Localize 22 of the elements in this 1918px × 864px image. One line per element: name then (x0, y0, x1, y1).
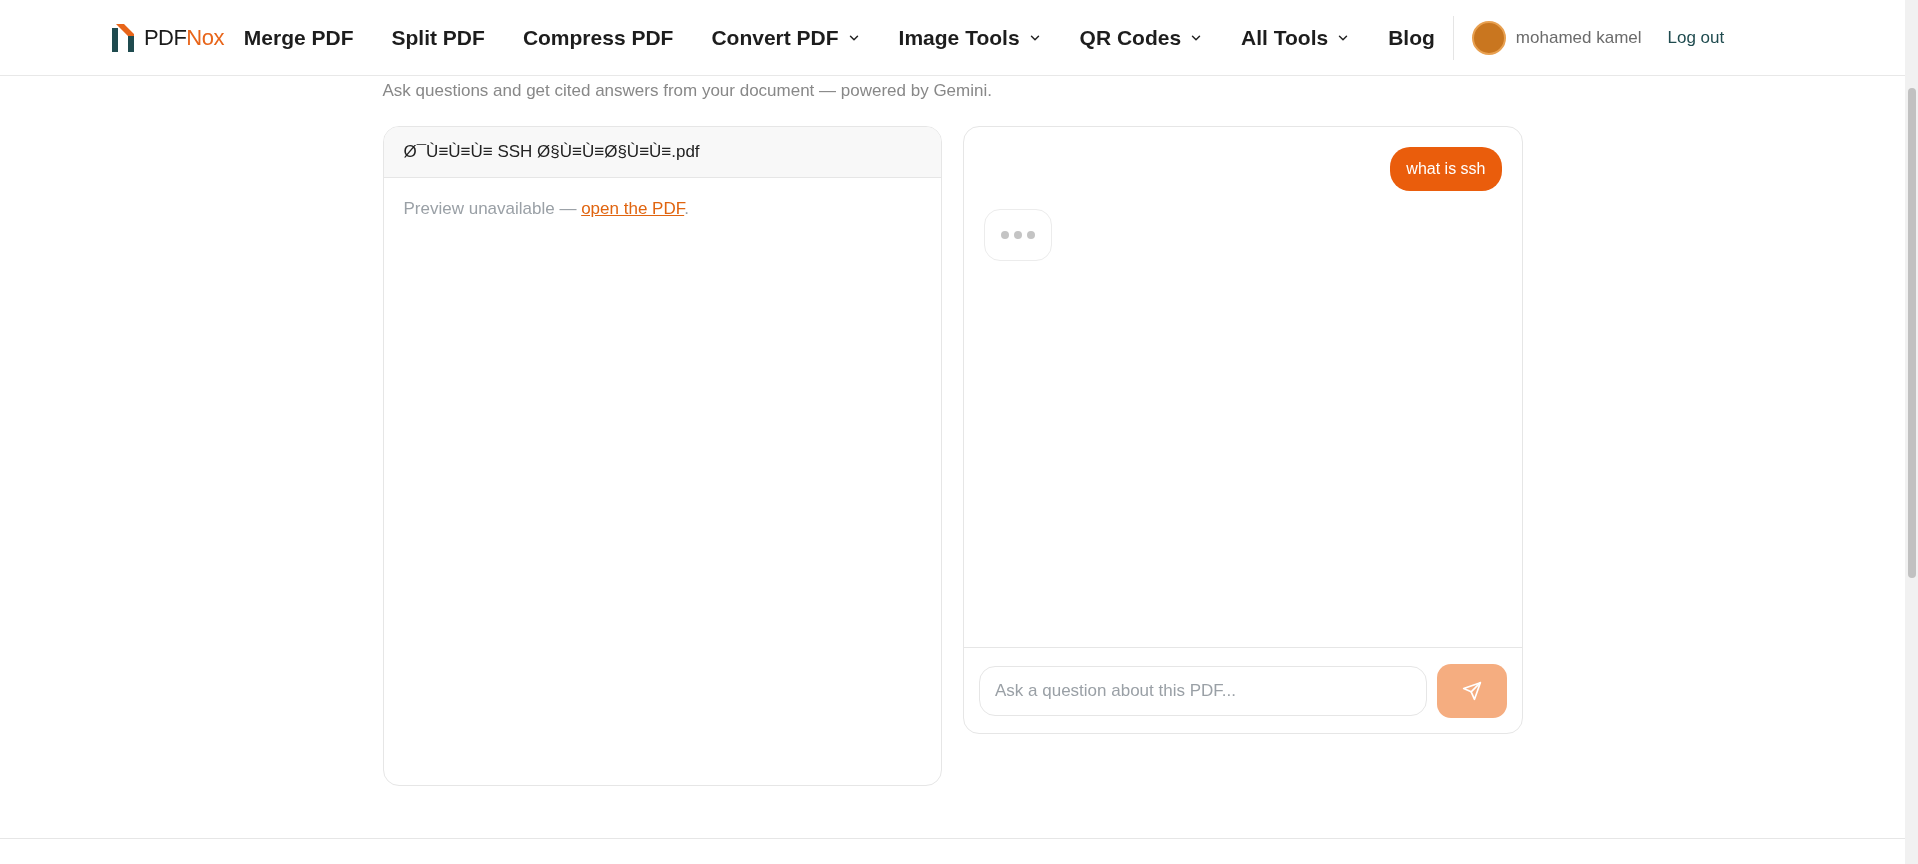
nav-link[interactable]: Image Tools (898, 21, 1042, 54)
nav-link[interactable]: QR Codes (1079, 21, 1204, 54)
typing-indicator (984, 209, 1052, 261)
document-filename: Ø¯Ù≡Ù≡Ù≡ SSH Ø§Ù≡Ù≡Ø§Ù≡Ù≡.pdf (403, 141, 700, 164)
nav-link[interactable]: Merge PDF (243, 21, 354, 54)
nav-link[interactable]: Convert PDF (711, 21, 861, 54)
preview-message: Preview unavailable — open the PDF. (403, 198, 689, 220)
nav-link[interactable]: Split PDF (391, 21, 485, 54)
user-message: what is ssh (1390, 147, 1502, 191)
avatar[interactable] (1471, 20, 1506, 55)
nav-link[interactable]: All Tools (1241, 21, 1351, 54)
scrollbar[interactable] (1905, 0, 1918, 864)
logout-link[interactable]: Log out (1667, 24, 1725, 51)
logo-icon (112, 23, 134, 52)
brand-name[interactable]: PDFNox (144, 21, 224, 54)
nav-link[interactable]: Compress PDF (522, 21, 674, 54)
nav-link[interactable]: Blog (1388, 21, 1435, 54)
open-pdf-link[interactable]: open the PDF (581, 199, 685, 218)
question-field[interactable]: Ask a question about this PDF... (979, 665, 1427, 716)
user-name: mohamed kamel (1515, 26, 1642, 49)
page-subtitle: Ask questions and get cited answers from your document — powered by Gemini. (382, 80, 993, 102)
send-icon (1461, 680, 1482, 701)
